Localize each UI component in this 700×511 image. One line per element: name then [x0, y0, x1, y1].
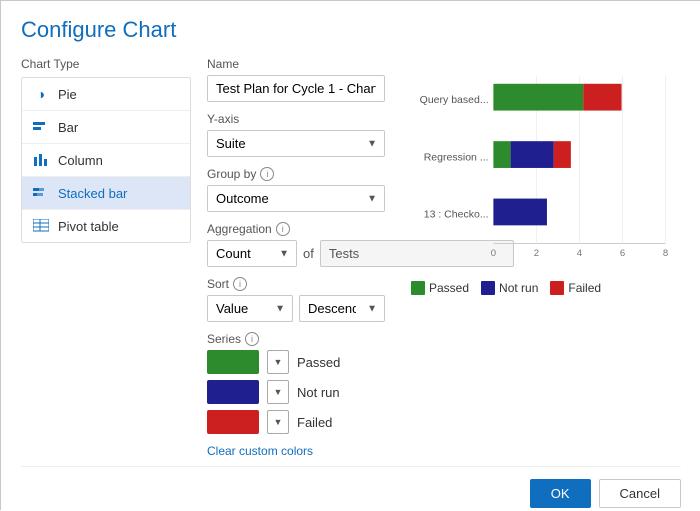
ok-button[interactable]: OK [530, 479, 591, 508]
groupby-select[interactable]: Outcome [207, 185, 385, 212]
series-label-2: Failed [297, 415, 332, 430]
sort-row: Value ▼ Descending ▼ [207, 295, 385, 322]
aggregation-select[interactable]: Count [207, 240, 297, 267]
svg-text:13 : Checko...: 13 : Checko... [424, 209, 489, 221]
chart-type-label: Chart Type [21, 57, 191, 71]
aggregation-select-wrapper: Count ▼ [207, 240, 297, 267]
legend-color-0 [411, 281, 425, 295]
yaxis-field-label: Y-axis [207, 112, 385, 126]
svg-text:Query based...: Query based... [420, 94, 489, 106]
column-label: Column [58, 153, 103, 168]
aggregation-of-label: of [303, 246, 314, 261]
legend-item-0: Passed [411, 281, 469, 295]
stacked-bar-icon [32, 184, 50, 202]
svg-text:Regression ...: Regression ... [424, 151, 489, 163]
legend-label-1: Not run [499, 281, 538, 295]
aggregation-info-icon: i [276, 222, 290, 236]
chart-type-column[interactable]: Column [22, 144, 190, 177]
series-dropdown-btn-0[interactable]: ▼ [267, 350, 289, 374]
dialog-body: Chart Type ◑ Pie Bar Column [21, 57, 681, 458]
cancel-button[interactable]: Cancel [599, 479, 681, 508]
series-color-2[interactable] [207, 410, 259, 434]
series-dropdown-btn-2[interactable]: ▼ [267, 410, 289, 434]
aggregation-row: Count ▼ of [207, 240, 385, 267]
chart-type-stacked-bar[interactable]: Stacked bar [22, 177, 190, 210]
sort-info-icon: i [233, 277, 247, 291]
series-item-2: ▼ Failed [207, 410, 385, 434]
sort-order-select[interactable]: Descending [299, 295, 385, 322]
bar-icon [32, 118, 50, 136]
dialog-footer: OK Cancel [21, 466, 681, 508]
bar-chart-svg: Query based... Regression ... 13 : Check… [411, 57, 681, 277]
svg-text:8: 8 [663, 248, 668, 259]
sort-value-select[interactable]: Value [207, 295, 293, 322]
chart-legend: Passed Not run Failed [411, 281, 681, 295]
bar-label: Bar [58, 120, 78, 135]
groupby-select-wrapper: Outcome ▼ [207, 185, 385, 212]
svg-text:4: 4 [577, 248, 583, 259]
name-input[interactable] [207, 75, 385, 102]
series-section: Series i ▼ Passed ▼ Not run ▼ Failed Cle… [207, 332, 385, 458]
name-field-label: Name [207, 57, 385, 71]
series-label: Series i [207, 332, 385, 346]
groupby-field-label: Group by i [207, 167, 385, 181]
dialog-title: Configure Chart [21, 17, 681, 43]
legend-color-1 [481, 281, 495, 295]
series-item-0: ▼ Passed [207, 350, 385, 374]
series-label-0: Passed [297, 355, 340, 370]
stacked-bar-label: Stacked bar [58, 186, 127, 201]
legend-label-0: Passed [429, 281, 469, 295]
svg-text:0: 0 [491, 248, 496, 259]
aggregation-field-label: Aggregation i [207, 222, 385, 236]
chart-type-panel: Chart Type ◑ Pie Bar Column [21, 57, 191, 458]
legend-item-1: Not run [481, 281, 538, 295]
svg-text:2: 2 [534, 248, 539, 259]
sort-value-select-wrapper: Value ▼ [207, 295, 293, 322]
legend-label-2: Failed [568, 281, 601, 295]
chart-preview-panel: Query based... Regression ... 13 : Check… [401, 57, 681, 458]
legend-color-2 [550, 281, 564, 295]
chart-type-pie[interactable]: ◑ Pie [22, 78, 190, 111]
pivot-table-label: Pivot table [58, 219, 119, 234]
column-icon [32, 151, 50, 169]
series-info-icon: i [245, 332, 259, 346]
configure-chart-dialog: Configure Chart Chart Type ◑ Pie Bar [1, 1, 700, 511]
pie-label: Pie [58, 87, 77, 102]
series-label-1: Not run [297, 385, 340, 400]
svg-text:6: 6 [620, 248, 625, 259]
clear-custom-colors-link[interactable]: Clear custom colors [207, 444, 313, 458]
series-items: ▼ Passed ▼ Not run ▼ Failed [207, 350, 385, 434]
series-color-1[interactable] [207, 380, 259, 404]
chart-type-pivot-table[interactable]: Pivot table [22, 210, 190, 242]
groupby-info-icon: i [260, 167, 274, 181]
chart-type-bar[interactable]: Bar [22, 111, 190, 144]
pie-icon: ◑ [32, 85, 50, 103]
series-color-0[interactable] [207, 350, 259, 374]
chart-type-list: ◑ Pie Bar Column [21, 77, 191, 243]
config-panel: Name Y-axis Suite ▼ Group by i Outcome ▼ [191, 57, 401, 458]
series-dropdown-btn-1[interactable]: ▼ [267, 380, 289, 404]
legend-item-2: Failed [550, 281, 601, 295]
sort-field-label: Sort i [207, 277, 385, 291]
series-item-1: ▼ Not run [207, 380, 385, 404]
yaxis-select[interactable]: Suite [207, 130, 385, 157]
yaxis-select-wrapper: Suite ▼ [207, 130, 385, 157]
sort-order-select-wrapper: Descending ▼ [299, 295, 385, 322]
pivot-table-icon [32, 217, 50, 235]
